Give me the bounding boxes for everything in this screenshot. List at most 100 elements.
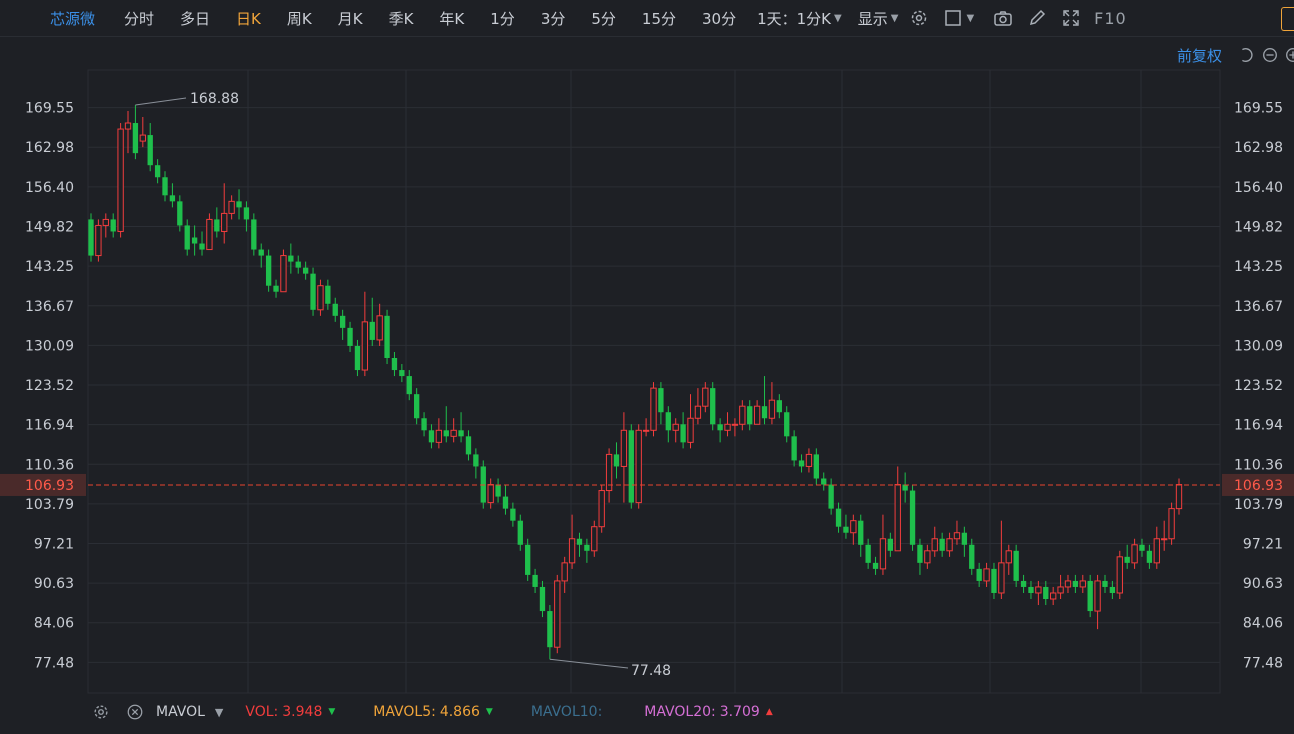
y-tick-label-left: 90.63	[34, 576, 74, 592]
candle-body	[280, 255, 287, 293]
chevron-down-icon[interactable]: ▼	[215, 706, 223, 719]
indicator-item: MAVOL5: 4.866 ▼	[373, 704, 493, 720]
y-tick-label-right: 149.82	[1234, 220, 1283, 236]
gear-icon[interactable]	[90, 701, 112, 723]
candle-body	[1109, 586, 1116, 593]
candle-body	[672, 423, 679, 431]
candle-body	[177, 201, 183, 226]
candle-body	[924, 550, 931, 564]
y-tick-label-left: 84.06	[34, 616, 74, 632]
candle-body	[717, 424, 723, 431]
volume-indicator-bar: MAVOL ▼ VOL: 3.948 ▼ MAVOL5: 4.866 ▼ MAVOL10: M…	[88, 696, 1294, 728]
indicator-label: MAVOL20:	[644, 704, 716, 720]
max-marker-line	[135, 97, 187, 106]
candle-body	[88, 219, 94, 256]
candle-body	[872, 562, 879, 569]
candle-body	[784, 412, 790, 437]
candle-body	[1131, 544, 1138, 564]
candle-body	[539, 586, 546, 612]
candle-body	[110, 219, 116, 232]
candle-body	[1116, 556, 1123, 594]
y-tick-label-right: 156.40	[1234, 180, 1283, 196]
candle-body	[821, 478, 827, 485]
close-icon[interactable]	[124, 701, 146, 723]
candle-body	[191, 237, 198, 244]
max-price-label: 168.88	[190, 91, 239, 107]
candle-body	[665, 412, 671, 431]
candle-body	[339, 315, 346, 328]
candle-body	[761, 406, 768, 419]
y-tick-label-left: 77.48	[34, 655, 74, 671]
indicator-value: 3.709	[719, 704, 760, 720]
candle-body	[384, 315, 390, 359]
candle-body	[310, 273, 316, 310]
candlestick-chart[interactable]: 169.55 169.55 162.98 162.98 156.40 156.40 149.…	[0, 0, 1294, 696]
candle-body	[747, 406, 753, 425]
y-tick-label-left: 103.79	[25, 497, 74, 513]
candle-body	[865, 544, 871, 563]
candle-body	[776, 400, 782, 413]
y-tick-label-left: 116.94	[25, 418, 74, 434]
candle-body	[680, 424, 686, 443]
candle-body	[317, 285, 324, 311]
candle-body	[1079, 580, 1086, 588]
candle-body	[598, 490, 605, 528]
candle-body	[768, 399, 776, 419]
candle-body	[265, 255, 272, 286]
y-tick-label-left: 162.98	[25, 140, 74, 156]
candle-body	[658, 388, 664, 413]
candle-body	[843, 526, 849, 533]
candle-body	[347, 327, 353, 346]
candle-body	[724, 423, 731, 431]
candle-body	[1057, 586, 1064, 594]
y-tick-label-right: 123.52	[1234, 378, 1283, 394]
indicator-name[interactable]: MAVOL	[156, 704, 205, 720]
candle-body	[413, 394, 420, 419]
y-tick-label-left: 136.67	[25, 299, 74, 315]
candle-body	[1153, 538, 1160, 564]
y-tick-label-right: 130.09	[1234, 338, 1283, 354]
candle-body	[798, 460, 805, 467]
candle-body	[694, 405, 702, 419]
candle-body	[243, 207, 250, 220]
candle-body	[620, 429, 628, 467]
candle-body	[502, 496, 509, 509]
candle-body	[739, 405, 746, 425]
candle-body	[1072, 580, 1079, 587]
y-tick-label-right: 116.94	[1234, 418, 1283, 434]
candle-body	[510, 508, 516, 521]
candle-body	[162, 177, 168, 196]
candle-body	[258, 249, 264, 256]
candle-body	[642, 429, 650, 432]
candle-body	[1028, 586, 1034, 593]
candle-body	[325, 285, 331, 304]
y-tick-label-left: 110.36	[25, 457, 74, 473]
indicator-label: MAVOL5:	[373, 704, 436, 720]
candle-body	[591, 526, 598, 552]
candle-body	[1064, 580, 1072, 588]
trend-down-icon: ▼	[485, 707, 493, 717]
candle-body	[635, 429, 642, 504]
candle-body	[465, 436, 472, 455]
candle-body	[450, 429, 457, 437]
candle-body	[132, 123, 139, 154]
y-tick-label-left: 130.09	[25, 338, 74, 354]
candle-body	[554, 580, 561, 648]
y-tick-label-right: 90.63	[1243, 576, 1283, 592]
indicator-value: 4.866	[439, 704, 480, 720]
candle-body	[1146, 550, 1153, 563]
candle-body	[731, 423, 739, 426]
indicator-item: MAVOL10:	[531, 704, 606, 720]
y-tick-label-left: 143.25	[25, 259, 74, 275]
candle-body	[687, 417, 694, 443]
candle-body	[828, 484, 834, 509]
candle-body	[443, 430, 449, 437]
candle-body	[1087, 580, 1093, 612]
candle-body	[1175, 484, 1183, 510]
candle-body	[376, 315, 383, 341]
candle-body	[1005, 550, 1012, 564]
candle-body	[214, 219, 220, 232]
trend-down-icon: ▼	[328, 707, 336, 717]
indicator-label: MAVOL10:	[530, 704, 603, 720]
candle-body	[917, 544, 923, 563]
